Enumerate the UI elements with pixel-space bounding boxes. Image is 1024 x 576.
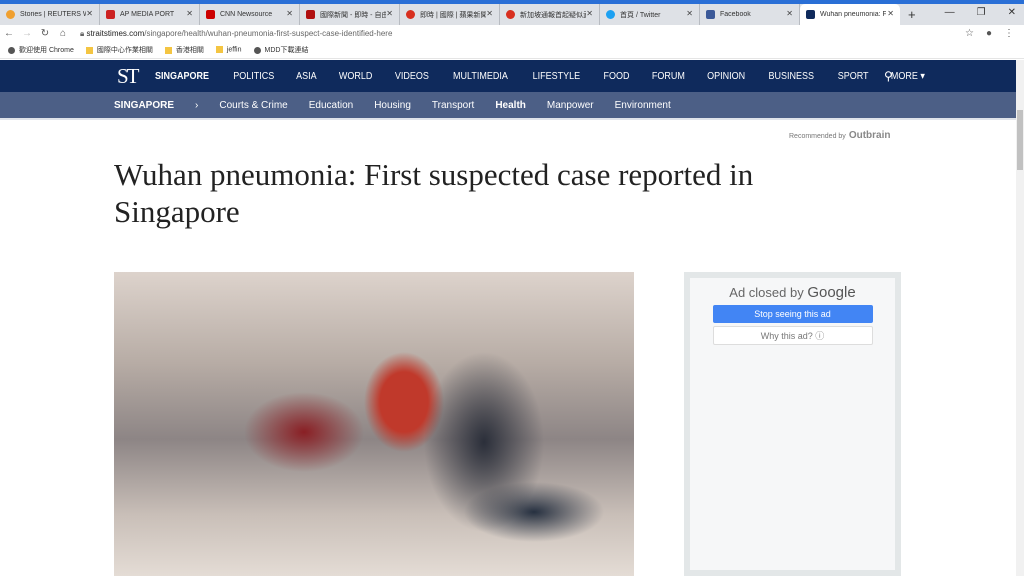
bookmark[interactable]: 歡迎使用 Chrome	[8, 45, 74, 55]
tab[interactable]: Stories | REUTERS WO✕	[0, 4, 100, 25]
folder-icon	[215, 46, 223, 54]
close-tab-icon[interactable]: ✕	[86, 9, 93, 18]
st-logo[interactable]: ST	[117, 64, 139, 89]
nav-asia[interactable]: ASIA	[296, 71, 317, 82]
outbrain-logo: Outbrain	[848, 130, 891, 141]
nav-more[interactable]: MORE ▾	[891, 71, 925, 82]
article-headline: Wuhan pneumonia: First suspected case re…	[114, 157, 754, 229]
tab[interactable]: 首頁 / Twitter ✕	[600, 4, 700, 25]
new-tab-button[interactable]: +	[908, 7, 916, 22]
scrollbar[interactable]	[1016, 60, 1024, 576]
tab-favicon-icon	[206, 10, 215, 19]
bookmark-star-icon[interactable]: ☆	[965, 28, 974, 39]
nav-lifestyle[interactable]: LIFESTYLE	[533, 71, 581, 82]
nav-sport[interactable]: SPORT	[838, 71, 869, 82]
tab[interactable]: 新加坡通報首起疑似武漢✕	[500, 4, 600, 25]
back-icon[interactable]: ←	[0, 28, 18, 39]
close-tab-icon[interactable]: ✕	[686, 9, 693, 18]
reload-icon[interactable]: ↻	[36, 28, 54, 39]
url-field[interactable]: 🔒︎ straitstimes.com/singapore/health/wuh…	[80, 29, 392, 39]
main-nav: ST SINGAPORE POLITICS ASIA WORLD VIDEOS …	[0, 60, 1016, 92]
bookmark[interactable]: MDD下載連結	[253, 45, 308, 55]
scrollbar-thumb[interactable]	[1017, 110, 1023, 170]
close-tab-icon[interactable]: ✕	[786, 9, 793, 18]
subnav-housing[interactable]: Housing	[374, 100, 411, 111]
minimize-icon[interactable]: —	[945, 7, 955, 18]
tab[interactable]: 即時 | 國際 | 蘋果新聞 ✕	[400, 4, 500, 25]
article-photo	[114, 272, 634, 576]
subnav-manpower[interactable]: Manpower	[547, 100, 594, 111]
home-icon[interactable]: ⌂	[54, 28, 72, 39]
close-tab-icon[interactable]: ✕	[286, 9, 293, 18]
nav-videos[interactable]: VIDEOS	[395, 71, 429, 82]
bookmark[interactable]: 香港相關	[164, 45, 204, 55]
outbrain-recommended[interactable]: Recommended by Outbrain	[789, 130, 890, 141]
close-tab-icon[interactable]: ✕	[186, 9, 193, 18]
nav-business[interactable]: BUSINESS	[769, 71, 815, 82]
restore-icon[interactable]: ❐	[977, 7, 986, 18]
address-bar-row: ← → ↻ ⌂ 🔒︎ straitstimes.com/singapore/he…	[0, 25, 1024, 42]
tab[interactable]: CNN Newsource ✕	[200, 4, 300, 25]
bookmark[interactable]: jeffin	[215, 46, 242, 54]
forward-icon[interactable]: →	[18, 28, 36, 39]
tab-favicon-icon	[506, 10, 515, 19]
profile-icon[interactable]: ●	[986, 28, 992, 39]
nav-singapore[interactable]: SINGAPORE	[155, 71, 209, 82]
ad-closed-text: Ad closed by Google	[729, 284, 856, 301]
close-tab-icon[interactable]: ✕	[386, 9, 393, 18]
search-icon[interactable]: ⚲	[884, 69, 893, 83]
tab-favicon-icon	[6, 10, 15, 19]
close-tab-icon[interactable]: ✕	[486, 9, 493, 18]
nav-food[interactable]: FOOD	[603, 71, 629, 82]
bookmark[interactable]: 國際中心作業相關	[85, 45, 153, 55]
tab-favicon-icon	[806, 10, 815, 19]
folder-icon	[85, 46, 93, 54]
close-tab-icon[interactable]: ✕	[586, 9, 593, 18]
menu-icon[interactable]: ⋮	[1004, 28, 1014, 39]
subnav-transport[interactable]: Transport	[432, 100, 474, 111]
why-this-ad-button[interactable]: Why this ad? ⓘ	[712, 326, 873, 345]
globe-icon	[253, 46, 261, 54]
subnav-health[interactable]: Health	[495, 100, 526, 111]
ad-slot: Ad closed by Google Stop seeing this ad …	[684, 272, 901, 576]
tab-strip: Stories | REUTERS WO✕ AP MEDIA PORT✕ CNN…	[0, 4, 1024, 25]
tab-favicon-icon	[306, 10, 315, 19]
tab-favicon-icon	[406, 10, 415, 19]
twitter-icon	[606, 10, 615, 19]
tab-favicon-icon	[106, 10, 115, 19]
facebook-icon	[706, 10, 715, 19]
tab[interactable]: 國際新聞 - 即時 - 自由 ✕	[300, 4, 400, 25]
nav-world[interactable]: WORLD	[339, 71, 373, 82]
tab[interactable]: Facebook ✕	[700, 4, 800, 25]
subnav-education[interactable]: Education	[309, 100, 353, 111]
subnav-courts-crime[interactable]: Courts & Crime	[219, 100, 287, 111]
nav-opinion[interactable]: OPINION	[707, 71, 745, 82]
bookmarks-bar: 歡迎使用 Chrome 國際中心作業相關 香港相關 jeffin MDD下載連結	[0, 42, 1024, 59]
close-window-icon[interactable]: ✕	[1008, 7, 1016, 18]
stop-seeing-ad-button[interactable]: Stop seeing this ad	[712, 305, 873, 323]
tab[interactable]: AP MEDIA PORT ✕	[100, 4, 200, 25]
subnav-environment[interactable]: Environment	[615, 100, 671, 111]
nav-politics[interactable]: POLITICS	[233, 71, 274, 82]
close-tab-icon[interactable]: ✕	[887, 9, 894, 18]
chevron-right-icon: ›	[195, 99, 199, 111]
tab-active[interactable]: Wuhan pneumonia: F ✕	[800, 4, 900, 25]
folder-icon	[164, 46, 172, 54]
nav-multimedia[interactable]: MULTIMEDIA	[453, 71, 508, 82]
subnav-singapore[interactable]: SINGAPORE	[114, 100, 174, 111]
sub-nav: SINGAPORE › Courts & Crime Education Hou…	[0, 92, 1016, 120]
globe-icon	[8, 46, 15, 54]
nav-forum[interactable]: FORUM	[651, 71, 684, 82]
